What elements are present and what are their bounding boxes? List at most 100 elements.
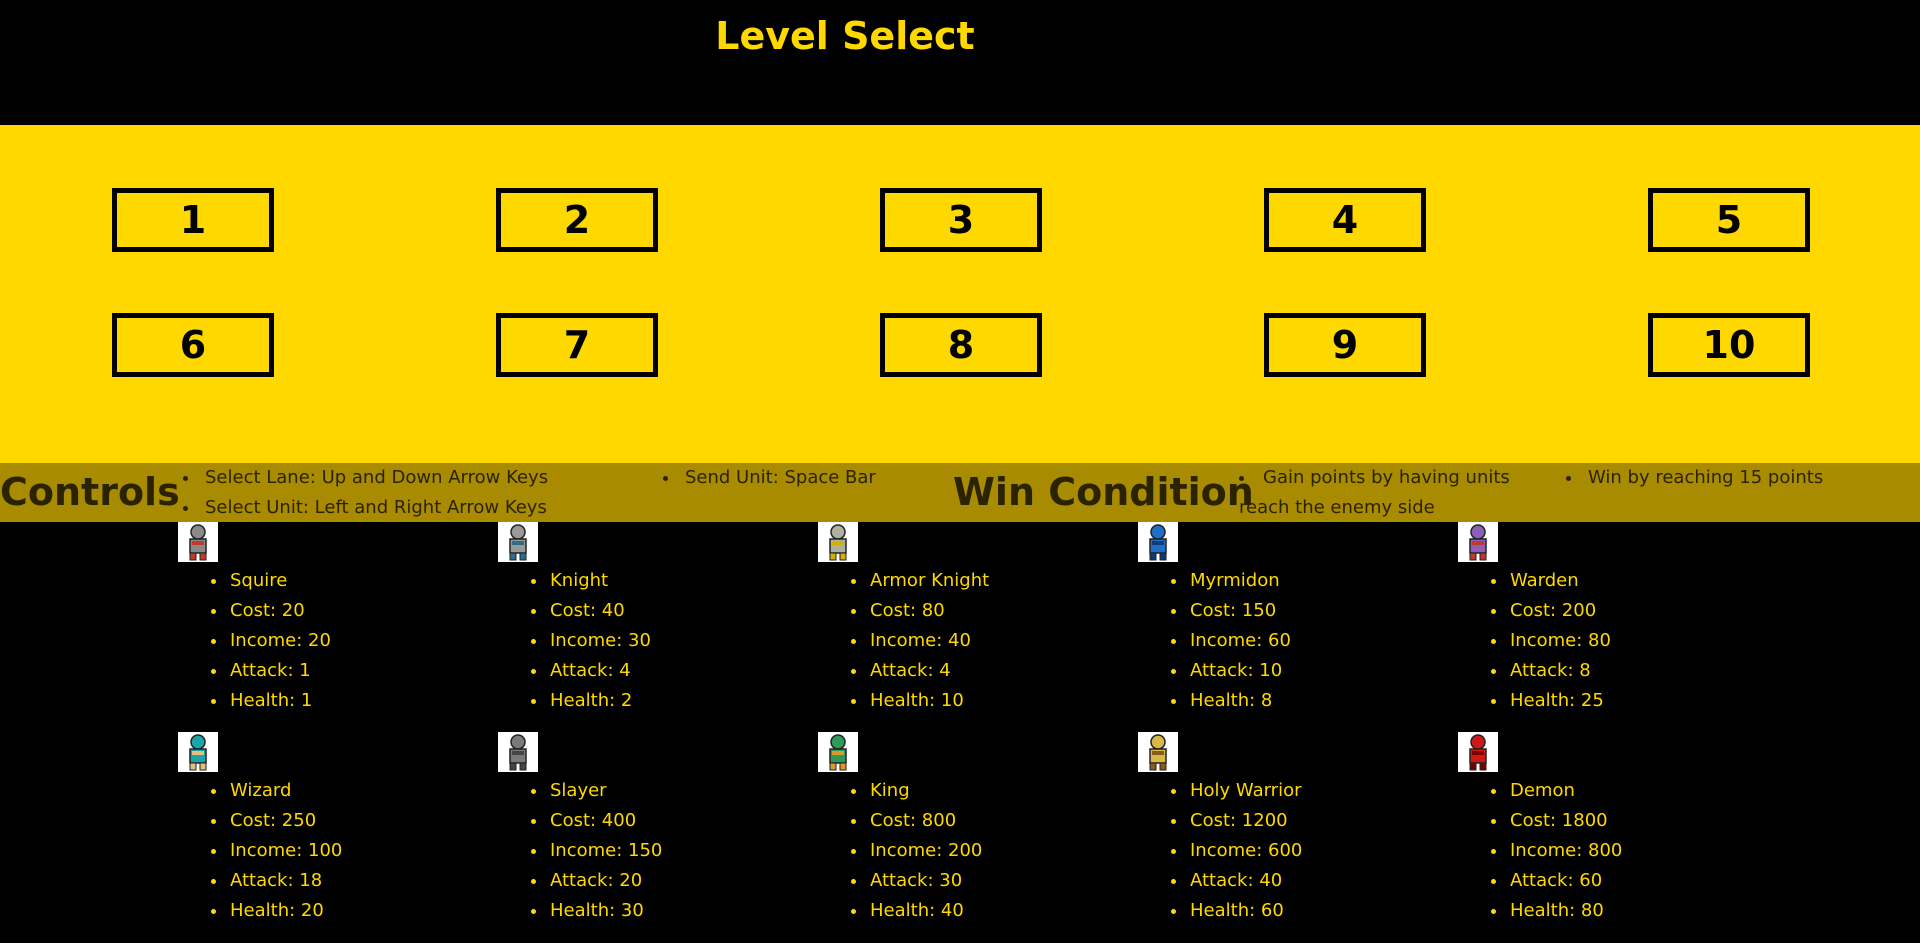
unit-cost: Cost: 200 bbox=[1508, 596, 1758, 626]
unit-attack: Attack: 30 bbox=[868, 866, 1118, 896]
unit-stats-list: DemonCost: 1800Income: 800Attack: 60Heal… bbox=[1458, 776, 1758, 926]
unit-health: Health: 40 bbox=[868, 896, 1118, 926]
control-select-lane: Select Lane: Up and Down Arrow Keys bbox=[200, 463, 548, 493]
unit-cost: Cost: 1800 bbox=[1508, 806, 1758, 836]
squire-sprite-icon bbox=[178, 522, 218, 562]
page-title: Level Select bbox=[715, 14, 975, 58]
controls-list-2: Send Unit: Space Bar bbox=[650, 463, 876, 493]
unit-name: Wizard bbox=[228, 776, 478, 806]
level-8-button[interactable]: 8 bbox=[880, 313, 1042, 377]
unit-cost: Cost: 150 bbox=[1188, 596, 1438, 626]
unit-attack: Attack: 4 bbox=[548, 656, 798, 686]
unit-cost: Cost: 20 bbox=[228, 596, 478, 626]
unit-name: Squire bbox=[228, 566, 478, 596]
wizard-sprite-icon bbox=[178, 732, 218, 772]
unit-health: Health: 60 bbox=[1188, 896, 1438, 926]
unit-stats-list: KnightCost: 40Income: 30Attack: 4Health:… bbox=[498, 566, 798, 716]
unit-attack: Attack: 1 bbox=[228, 656, 478, 686]
warden-sprite-icon bbox=[1458, 522, 1498, 562]
control-send-unit: Send Unit: Space Bar bbox=[680, 463, 876, 493]
unit-health: Health: 1 bbox=[228, 686, 478, 716]
unit-stats-list: WardenCost: 200Income: 80Attack: 8Health… bbox=[1458, 566, 1758, 716]
unit-name: Holy Warrior bbox=[1188, 776, 1438, 806]
unit-name: Myrmidon bbox=[1188, 566, 1438, 596]
unit-income: Income: 800 bbox=[1508, 836, 1758, 866]
win-condition-heading: Win Condition bbox=[953, 470, 1254, 514]
unit-attack: Attack: 4 bbox=[868, 656, 1118, 686]
unit-income: Income: 40 bbox=[868, 626, 1118, 656]
level-7-button[interactable]: 7 bbox=[496, 313, 658, 377]
unit-cost: Cost: 40 bbox=[548, 596, 798, 626]
unit-stats-list: WizardCost: 250Income: 100Attack: 18Heal… bbox=[178, 776, 478, 926]
slayer-sprite-icon bbox=[498, 732, 538, 772]
unit-income: Income: 600 bbox=[1188, 836, 1438, 866]
unit-cost: Cost: 800 bbox=[868, 806, 1118, 836]
info-bar: Controls Select Lane: Up and Down Arrow … bbox=[0, 463, 1920, 522]
level-9-button[interactable]: 9 bbox=[1264, 313, 1426, 377]
unit-stats-list: SquireCost: 20Income: 20Attack: 1Health:… bbox=[178, 566, 478, 716]
unit-name: Demon bbox=[1508, 776, 1758, 806]
level-3-button[interactable]: 3 bbox=[880, 188, 1042, 252]
unit-name: Slayer bbox=[548, 776, 798, 806]
unit-card-king: KingCost: 800Income: 200Attack: 30Health… bbox=[818, 732, 1118, 926]
armor-knight-sprite-icon bbox=[818, 522, 858, 562]
unit-stats-list: Armor KnightCost: 80Income: 40Attack: 4H… bbox=[818, 566, 1118, 716]
unit-income: Income: 60 bbox=[1188, 626, 1438, 656]
unit-stats-list: SlayerCost: 400Income: 150Attack: 20Heal… bbox=[498, 776, 798, 926]
unit-attack: Attack: 60 bbox=[1508, 866, 1758, 896]
level-5-button[interactable]: 5 bbox=[1648, 188, 1810, 252]
level-2-button[interactable]: 2 bbox=[496, 188, 658, 252]
unit-name: King bbox=[868, 776, 1118, 806]
unit-income: Income: 20 bbox=[228, 626, 478, 656]
unit-card-armor-knight: Armor KnightCost: 80Income: 40Attack: 4H… bbox=[818, 522, 1118, 716]
control-select-unit: Select Unit: Left and Right Arrow Keys bbox=[200, 493, 548, 523]
unit-attack: Attack: 18 bbox=[228, 866, 478, 896]
win-condition-list-1: Gain points by having units reach the en… bbox=[1234, 463, 1524, 523]
knight-sprite-icon bbox=[498, 522, 538, 562]
unit-card-demon: DemonCost: 1800Income: 800Attack: 60Heal… bbox=[1458, 732, 1758, 926]
unit-card-wizard: WizardCost: 250Income: 100Attack: 18Heal… bbox=[178, 732, 478, 926]
unit-name: Armor Knight bbox=[868, 566, 1118, 596]
controls-heading: Controls bbox=[0, 470, 180, 514]
king-sprite-icon bbox=[818, 732, 858, 772]
unit-stats-list: KingCost: 800Income: 200Attack: 30Health… bbox=[818, 776, 1118, 926]
unit-stats-list: Holy WarriorCost: 1200Income: 600Attack:… bbox=[1138, 776, 1438, 926]
unit-health: Health: 2 bbox=[548, 686, 798, 716]
level-select-panel: 1 2 3 4 5 6 7 8 9 10 bbox=[0, 125, 1920, 463]
unit-income: Income: 30 bbox=[548, 626, 798, 656]
win-condition-points: Gain points by having units reach the en… bbox=[1234, 463, 1524, 523]
level-6-button[interactable]: 6 bbox=[112, 313, 274, 377]
level-10-button[interactable]: 10 bbox=[1648, 313, 1810, 377]
unit-stats-list: MyrmidonCost: 150Income: 60Attack: 10Hea… bbox=[1138, 566, 1438, 716]
unit-health: Health: 80 bbox=[1508, 896, 1758, 926]
unit-health: Health: 8 bbox=[1188, 686, 1438, 716]
level-1-button[interactable]: 1 bbox=[112, 188, 274, 252]
holy-warrior-sprite-icon bbox=[1138, 732, 1178, 772]
unit-income: Income: 80 bbox=[1508, 626, 1758, 656]
unit-health: Health: 10 bbox=[868, 686, 1118, 716]
unit-name: Warden bbox=[1508, 566, 1758, 596]
demon-sprite-icon bbox=[1458, 732, 1498, 772]
unit-card-slayer: SlayerCost: 400Income: 150Attack: 20Heal… bbox=[498, 732, 798, 926]
unit-attack: Attack: 20 bbox=[548, 866, 798, 896]
level-4-button[interactable]: 4 bbox=[1264, 188, 1426, 252]
unit-income: Income: 100 bbox=[228, 836, 478, 866]
unit-income: Income: 200 bbox=[868, 836, 1118, 866]
unit-cost: Cost: 400 bbox=[548, 806, 798, 836]
win-condition-list-2: Win by reaching 15 points bbox=[1553, 463, 1823, 493]
unit-income: Income: 150 bbox=[548, 836, 798, 866]
unit-health: Health: 30 bbox=[548, 896, 798, 926]
unit-attack: Attack: 8 bbox=[1508, 656, 1758, 686]
unit-card-warden: WardenCost: 200Income: 80Attack: 8Health… bbox=[1458, 522, 1758, 716]
unit-health: Health: 25 bbox=[1508, 686, 1758, 716]
unit-attack: Attack: 10 bbox=[1188, 656, 1438, 686]
unit-card-myrmidon: MyrmidonCost: 150Income: 60Attack: 10Hea… bbox=[1138, 522, 1438, 716]
unit-card-squire: SquireCost: 20Income: 20Attack: 1Health:… bbox=[178, 522, 478, 716]
unit-card-holy-warrior: Holy WarriorCost: 1200Income: 600Attack:… bbox=[1138, 732, 1438, 926]
unit-cost: Cost: 1200 bbox=[1188, 806, 1438, 836]
unit-attack: Attack: 40 bbox=[1188, 866, 1438, 896]
unit-health: Health: 20 bbox=[228, 896, 478, 926]
win-condition-target: Win by reaching 15 points bbox=[1583, 463, 1823, 493]
unit-cost: Cost: 250 bbox=[228, 806, 478, 836]
unit-card-knight: KnightCost: 40Income: 30Attack: 4Health:… bbox=[498, 522, 798, 716]
